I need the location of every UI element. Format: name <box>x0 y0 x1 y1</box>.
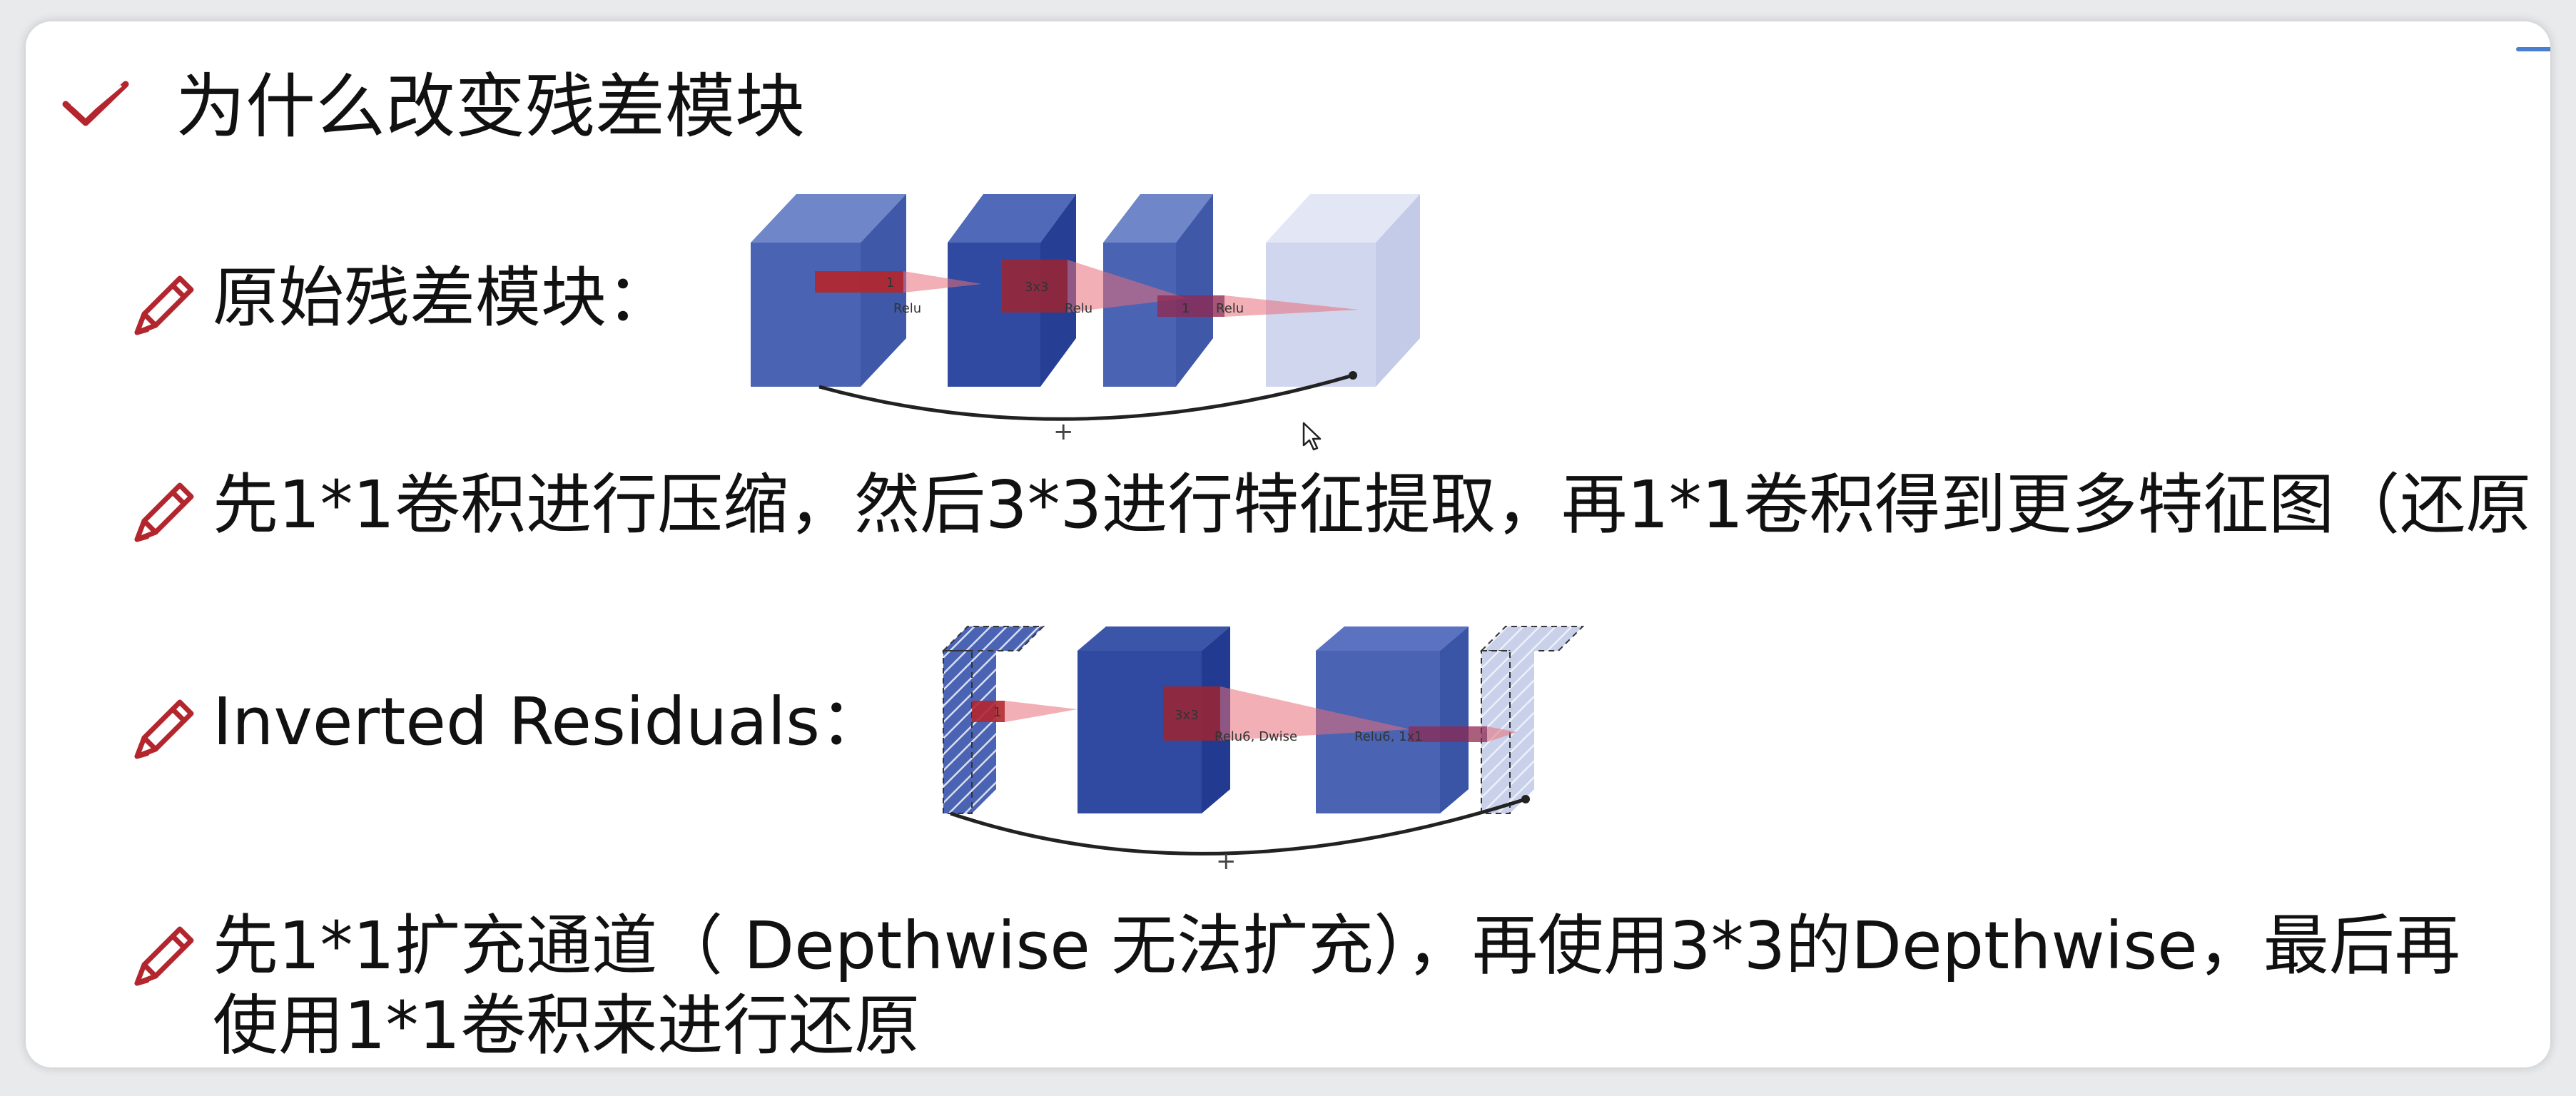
pencil-icon <box>134 275 194 335</box>
bullet-original-description: 先1*1卷积进行压缩，然后3*3进行特征提取，再1*1卷积得到更多特征图（还原 <box>213 467 2532 543</box>
bullet-original-residual: 原始残差模块： <box>213 260 673 336</box>
cursor-icon <box>1302 422 1322 451</box>
diagram2-block-4 <box>1479 626 1585 814</box>
diagram1-relu2-label: Relu <box>1065 301 1092 316</box>
inverted-residual-diagram: 1 3x3 Relu6, Dwise Relu6, 1x1 + <box>941 626 1585 876</box>
diagram1-relu3-label: Relu <box>1216 301 1244 316</box>
pencil-icon <box>134 699 194 759</box>
diagram2-relu2-label: Relu6, 1x1 <box>1354 729 1423 744</box>
bullet-inverted-description-line2: 使用1*1卷积来进行还原 <box>213 988 921 1064</box>
diagram1-kernel-3 <box>1157 295 1224 317</box>
corner-indicator <box>2516 47 2550 51</box>
diagram2-relu1-label: Relu6, Dwise <box>1215 729 1297 744</box>
check-icon <box>62 81 129 126</box>
diagram1-k3-label: 1 <box>1182 301 1190 316</box>
diagram2-k1-label: 1 <box>993 705 1001 720</box>
diagram1-relu1-label: Relu <box>893 301 921 316</box>
pencil-icon <box>134 926 194 986</box>
diagram1-plus: + <box>1053 417 1074 446</box>
diagram2-plus: + <box>1216 847 1237 876</box>
bullet-inverted-description-line1: 先1*1扩充通道（ Depthwise 无法扩充），再使用3*3的Depthwi… <box>213 908 2460 984</box>
original-residual-diagram: 1 3x3 1 Relu Relu Relu + <box>751 194 1420 446</box>
diagram1-block-4 <box>1266 194 1420 387</box>
diagram1-k1-label: 1 <box>886 275 894 290</box>
pencil-icon <box>134 482 194 542</box>
diagram2-k2-label: 3x3 <box>1175 708 1199 723</box>
diagram1-k2-label: 3x3 <box>1025 280 1049 295</box>
slide: 为什么改变残差模块 原始残差模块： 1 3x3 1 Relu Relu Relu… <box>26 21 2550 1067</box>
page-title: 为什么改变残差模块 <box>176 66 806 148</box>
bullet-inverted-residuals: Inverted Residuals： <box>213 684 886 760</box>
